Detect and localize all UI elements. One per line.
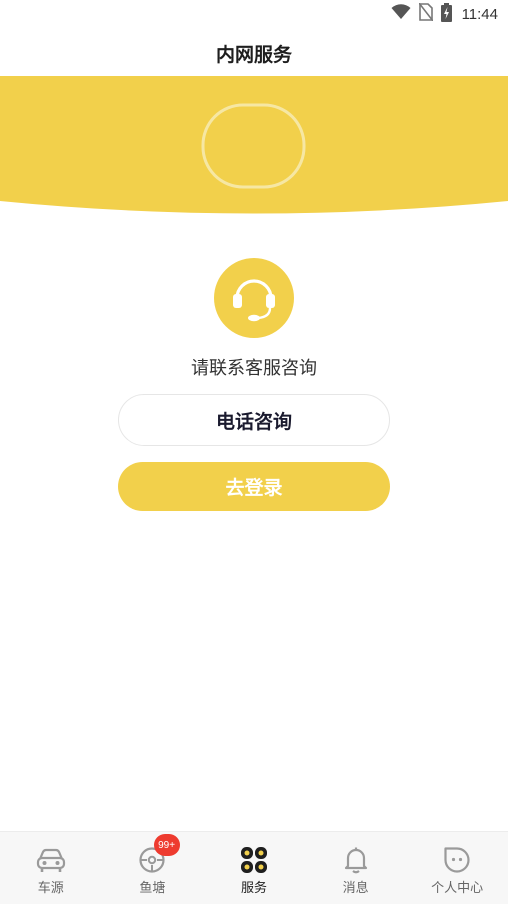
nav-bar: 内网服务: [0, 28, 508, 76]
page-title: 内网服务: [215, 44, 292, 66]
login-button[interactable]: 去登录: [118, 462, 390, 511]
face-icon: [442, 845, 472, 875]
banner: [0, 76, 508, 218]
tab-label: 个人中心: [431, 881, 484, 896]
tab-fish-pond[interactable]: 99+ 鱼塘: [102, 832, 204, 904]
battery-charging-icon: [440, 2, 452, 26]
phone-consult-label: 电话咨询: [215, 410, 292, 433]
status-time: 11:44: [461, 5, 498, 23]
bell-icon: [341, 845, 371, 875]
car-icon: [36, 845, 66, 875]
tab-service[interactable]: 服务: [203, 832, 305, 904]
wifi-icon: [391, 4, 411, 24]
tab-profile[interactable]: 个人中心: [406, 832, 508, 904]
grid-icon: [239, 845, 269, 875]
contact-prompt: 请联系客服咨询: [191, 358, 317, 379]
headset-icon: [214, 258, 294, 338]
tab-label: 车源: [37, 881, 64, 896]
tab-label: 鱼塘: [139, 881, 166, 896]
notification-badge: 99+: [153, 834, 180, 856]
status-bar: 11:44: [0, 0, 508, 28]
customer-service-section: 请联系客服咨询: [0, 258, 508, 380]
bottom-tab-bar: 车源 99+ 鱼塘 服务 消息 个人中心: [0, 831, 508, 904]
no-sim-icon: [417, 2, 434, 25]
tab-label: 消息: [342, 881, 369, 896]
login-label: 去登录: [225, 477, 283, 499]
tab-label: 服务: [240, 881, 267, 896]
tab-car-source[interactable]: 车源: [0, 832, 102, 904]
status-icons: 11:44: [391, 2, 498, 26]
phone-consult-button[interactable]: 电话咨询: [118, 394, 390, 446]
tab-messages[interactable]: 消息: [305, 832, 407, 904]
